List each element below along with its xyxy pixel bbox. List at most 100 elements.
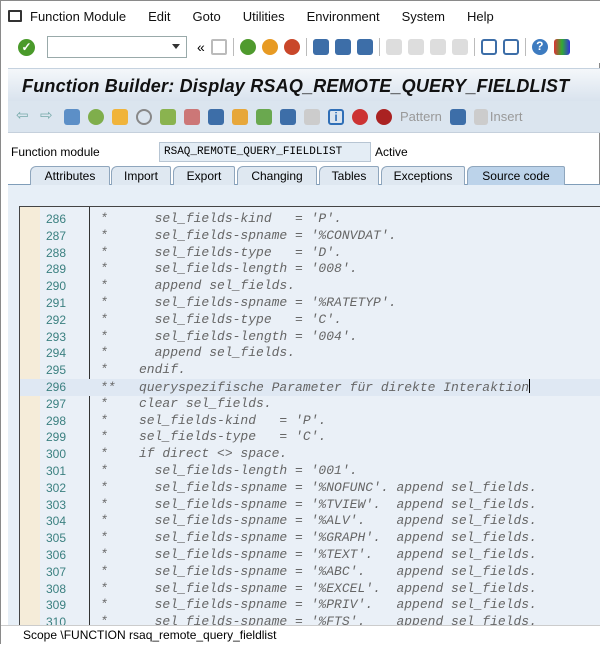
code-line[interactable]: 304 * sel_fields-spname = '%ALV'. append …: [20, 513, 600, 530]
tab-export[interactable]: Export: [173, 166, 235, 185]
other-object-icon[interactable]: [88, 108, 104, 125]
collapse-icon[interactable]: «: [197, 39, 205, 55]
tab-attributes[interactable]: Attributes: [30, 166, 110, 185]
code-line[interactable]: 295 * endif.: [20, 362, 600, 379]
activate-icon[interactable]: [136, 108, 152, 125]
code-text[interactable]: ** queryspezifische Parameter für direkt…: [100, 379, 530, 395]
insert-icon[interactable]: [473, 108, 488, 125]
code-text[interactable]: * sel_fields-spname = '%EXCEL'. append s…: [100, 581, 537, 596]
back-icon[interactable]: [239, 39, 256, 55]
code-text[interactable]: * sel_fields-spname = '%GRAPH'. append s…: [100, 530, 537, 545]
new-session-icon[interactable]: [480, 39, 497, 55]
cancel-icon[interactable]: [283, 39, 300, 55]
last-page-icon[interactable]: [451, 39, 468, 55]
first-page-icon[interactable]: [385, 39, 402, 55]
save-icon[interactable]: [210, 39, 227, 55]
code-text[interactable]: * sel_fields-type = 'C'.: [100, 429, 326, 444]
code-line[interactable]: 300 * if direct <> space.: [20, 446, 600, 463]
code-text[interactable]: * sel_fields-kind = 'P'.: [100, 413, 326, 428]
code-text[interactable]: * sel_fields-type = 'D'.: [100, 245, 342, 260]
code-line[interactable]: 293 * sel_fields-length = '004'.: [20, 329, 600, 346]
enter-check-icon[interactable]: ✓: [18, 38, 35, 56]
hierarchy-icon[interactable]: [256, 108, 272, 125]
find-next-icon[interactable]: [356, 39, 373, 55]
code-text[interactable]: * clear sel_fields.: [100, 396, 272, 411]
previous-page-icon[interactable]: [407, 39, 424, 55]
external-breakpoint-icon[interactable]: [376, 108, 392, 125]
code-line[interactable]: 289 * sel_fields-length = '008'.: [20, 261, 600, 278]
code-line[interactable]: 290 * append sel_fields.: [20, 278, 600, 295]
code-line[interactable]: 302 * sel_fields-spname = '%NOFUNC'. appe…: [20, 480, 600, 497]
code-text[interactable]: * sel_fields-spname = '%FTS'. append sel…: [100, 614, 537, 625]
code-line[interactable]: 307 * sel_fields-spname = '%ABC'. append …: [20, 564, 600, 581]
code-text[interactable]: * sel_fields-length = '008'.: [100, 261, 357, 276]
print-icon[interactable]: [312, 39, 329, 55]
code-text[interactable]: * sel_fields-spname = '%TVIEW'. append s…: [100, 497, 537, 512]
help-icon[interactable]: ?: [531, 39, 548, 55]
app-menu-icon[interactable]: [8, 10, 22, 22]
code-line[interactable]: 306 * sel_fields-spname = '%TEXT'. append…: [20, 547, 600, 564]
code-line[interactable]: 294 * append sel_fields.: [20, 345, 600, 362]
shortcut-icon[interactable]: [502, 39, 519, 55]
code-line[interactable]: 296 ** queryspezifische Parameter für dir…: [20, 379, 600, 396]
code-editor[interactable]: 286 * sel_fields-kind = 'P'. 287 * sel_fiel…: [19, 206, 600, 625]
function-module-field[interactable]: RSAQ_REMOTE_QUERY_FIELDLIST: [159, 142, 371, 162]
pretty-printer-icon[interactable]: [280, 108, 296, 125]
test-icon[interactable]: [184, 108, 200, 125]
tab-import[interactable]: Import: [111, 166, 171, 185]
back-arrow-icon[interactable]: ⇦: [16, 108, 32, 125]
forward-arrow-icon[interactable]: ⇨: [40, 108, 56, 125]
navigation-icon[interactable]: [232, 108, 248, 125]
set-breakpoint-icon[interactable]: [352, 108, 368, 125]
code-line[interactable]: 303 * sel_fields-spname = '%TVIEW'. appen…: [20, 497, 600, 514]
check-icon[interactable]: [112, 108, 128, 125]
menu-edit[interactable]: Edit: [148, 9, 170, 24]
code-line[interactable]: 305 * sel_fields-spname = '%GRAPH'. appen…: [20, 530, 600, 547]
code-text[interactable]: * sel_fields-kind = 'P'.: [100, 211, 342, 226]
code-line[interactable]: 301 * sel_fields-length = '001'.: [20, 463, 600, 480]
pattern-icon[interactable]: [449, 108, 466, 125]
tab-source-code[interactable]: Source code: [467, 166, 565, 185]
code-line[interactable]: 299 * sel_fields-type = 'C'.: [20, 429, 600, 446]
menu-system[interactable]: System: [402, 9, 445, 24]
code-text[interactable]: * sel_fields-spname = '%ALV'. append sel…: [100, 513, 537, 528]
table-icon[interactable]: [304, 108, 320, 125]
code-line[interactable]: 309 * sel_fields-spname = '%PRIV'. append…: [20, 597, 600, 614]
menu-environment[interactable]: Environment: [307, 9, 380, 24]
code-text[interactable]: * sel_fields-spname = '%PRIV'. append se…: [100, 597, 537, 612]
customize-layout-icon[interactable]: [553, 39, 570, 55]
code-text[interactable]: * sel_fields-length = '001'.: [100, 463, 357, 478]
code-text[interactable]: * endif.: [100, 362, 186, 377]
code-line[interactable]: 291 * sel_fields-spname = '%RATETYP'.: [20, 295, 600, 312]
chevron-down-icon[interactable]: [172, 44, 180, 49]
command-field[interactable]: [47, 36, 187, 58]
exit-icon[interactable]: [261, 39, 278, 55]
tab-exceptions[interactable]: Exceptions: [381, 166, 465, 185]
info-icon[interactable]: i: [328, 108, 344, 125]
code-text[interactable]: * if direct <> space.: [100, 446, 287, 461]
code-text[interactable]: * sel_fields-spname = '%RATETYP'.: [100, 295, 396, 310]
code-text[interactable]: * sel_fields-type = 'C'.: [100, 312, 342, 327]
code-text[interactable]: * sel_fields-spname = '%TEXT'. append se…: [100, 547, 537, 562]
code-line[interactable]: 292 * sel_fields-type = 'C'.: [20, 312, 600, 329]
code-line[interactable]: 310 * sel_fields-spname = '%FTS'. append …: [20, 614, 600, 625]
menu-help[interactable]: Help: [467, 9, 494, 24]
code-text[interactable]: * append sel_fields.: [100, 345, 295, 360]
insert-button[interactable]: Insert: [490, 109, 523, 124]
code-text[interactable]: * sel_fields-length = '004'.: [100, 329, 357, 344]
code-line[interactable]: 287 * sel_fields-spname = '%CONVDAT'.: [20, 228, 600, 245]
code-text[interactable]: * sel_fields-spname = '%NOFUNC'. append …: [100, 480, 537, 495]
code-text[interactable]: * append sel_fields.: [100, 278, 295, 293]
next-page-icon[interactable]: [429, 39, 446, 55]
code-line[interactable]: 298 * sel_fields-kind = 'P'.: [20, 413, 600, 430]
pattern-button[interactable]: Pattern: [400, 109, 442, 124]
menu-function-module[interactable]: Function Module: [30, 9, 126, 24]
code-line[interactable]: 288 * sel_fields-type = 'D'.: [20, 245, 600, 262]
menu-goto[interactable]: Goto: [193, 9, 221, 24]
tab-tables[interactable]: Tables: [319, 166, 379, 185]
menu-utilities[interactable]: Utilities: [243, 9, 285, 24]
where-used-icon[interactable]: [160, 108, 176, 125]
object-list-icon[interactable]: [208, 108, 224, 125]
find-icon[interactable]: [334, 39, 351, 55]
display-change-icon[interactable]: [64, 108, 80, 125]
